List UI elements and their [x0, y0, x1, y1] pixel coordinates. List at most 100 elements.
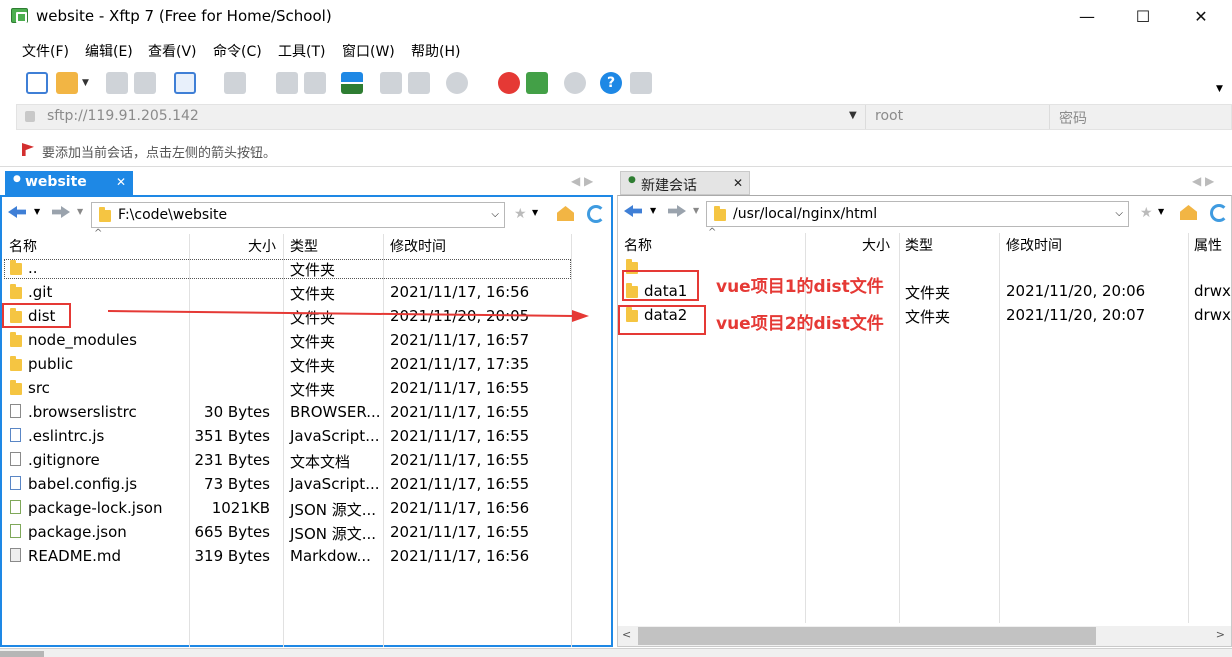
transfer-icon[interactable] [224, 72, 246, 94]
file-row[interactable]: data1文件夹2021/11/20, 20:06drwxr [618, 279, 1232, 303]
file-row[interactable]: src 文件夹 2021/11/17, 16:55 [2, 376, 602, 400]
forward-dropdown-icon[interactable]: ▼ [693, 206, 699, 215]
back-arrow-icon[interactable] [624, 205, 642, 217]
file-name: .eslintrc.js [28, 427, 105, 445]
toolbar-overflow-icon[interactable]: ▼ [1216, 84, 1226, 94]
file-type: 文件夹 [290, 381, 336, 399]
remote-path-input[interactable]: /usr/local/nginx/html ⌵ [706, 201, 1129, 227]
col-modified[interactable]: 修改时间 [390, 236, 446, 256]
file-row[interactable]: .browserslistrc 30 Bytes BROWSER... 2021/11… [2, 400, 602, 424]
file-row[interactable]: .gitignore 231 Bytes 文本文档 2021/11/17, 16:55 [2, 448, 602, 472]
xftp-icon[interactable] [526, 72, 548, 94]
host-input[interactable]: sftp://119.91.205.142 [47, 108, 199, 124]
disconnect-icon[interactable] [134, 72, 156, 94]
col-name[interactable]: 名称 [624, 235, 652, 255]
file-row[interactable] [618, 255, 1218, 279]
file-name: public [28, 355, 74, 373]
file-row[interactable]: .git 文件夹 2021/11/17, 16:56 [2, 280, 602, 304]
upload-icon[interactable] [276, 72, 298, 94]
refresh-icon[interactable] [1210, 204, 1228, 222]
minimize-button[interactable]: — [1058, 0, 1116, 33]
forward-arrow-icon[interactable] [52, 206, 70, 218]
menu-command[interactable]: 命令(C) [213, 41, 262, 61]
file-row[interactable]: dist 文件夹 2021/11/20, 20:05 [2, 304, 602, 328]
scrollbar-thumb[interactable] [638, 627, 1096, 645]
password-input[interactable]: 密码 [1059, 108, 1087, 128]
home-icon[interactable] [1180, 205, 1197, 220]
scroll-right-icon[interactable]: > [1216, 628, 1225, 641]
file-row[interactable]: node_modules 文件夹 2021/11/17, 16:57 [2, 328, 602, 352]
bookmark-dropdown-icon[interactable]: ▼ [532, 208, 538, 217]
back-dropdown-icon[interactable]: ▼ [650, 206, 656, 215]
col-size[interactable]: 大小 [862, 235, 890, 255]
tab-website[interactable]: ● website ✕ [5, 171, 133, 195]
username-input[interactable]: root [875, 108, 903, 124]
menu-edit[interactable]: 编辑(E) [85, 41, 133, 61]
file-row[interactable]: .eslintrc.js 351 Bytes JavaScript... 2021/1… [2, 424, 602, 448]
menu-bar: 文件(F) 编辑(E) 查看(V) 命令(C) 工具(T) 窗口(W) 帮助(H… [0, 37, 1232, 63]
star-icon[interactable]: ★ [1140, 205, 1153, 221]
local-path-input[interactable]: F:\code\website ⌵ [91, 202, 505, 228]
open-folder-icon[interactable] [56, 72, 78, 94]
properties-icon[interactable] [174, 72, 196, 94]
file-row[interactable]: data2文件夹2021/11/20, 20:07drwxr [618, 303, 1232, 327]
sync-icon[interactable] [341, 72, 363, 94]
file-row[interactable]: public 文件夹 2021/11/17, 17:35 [2, 352, 602, 376]
open-dropdown-icon[interactable]: ▼ [82, 78, 90, 88]
col-size[interactable]: 大小 [248, 236, 276, 256]
gear-icon[interactable] [564, 72, 586, 94]
session-hint: 要添加当前会话，点击左侧的箭头按钮。 [42, 146, 277, 161]
maximize-button[interactable]: ☐ [1114, 0, 1172, 33]
tab-close-icon[interactable]: ✕ [116, 175, 126, 189]
xshell-icon[interactable] [498, 72, 520, 94]
file-row[interactable]: README.md 319 Bytes Markdow... 2021/11/17, … [2, 544, 602, 568]
tab-scroll-icon[interactable]: ◀ ▶ [1192, 174, 1214, 188]
col-type[interactable]: 类型 [905, 235, 933, 255]
file-row[interactable]: package-lock.json 1021KB JSON 源文... 2021/11… [2, 496, 602, 520]
download-icon[interactable] [304, 72, 326, 94]
copy-icon[interactable] [380, 72, 402, 94]
menu-window[interactable]: 窗口(W) [342, 41, 395, 61]
forward-arrow-icon[interactable] [668, 205, 686, 217]
back-arrow-icon[interactable] [8, 206, 26, 218]
col-attributes[interactable]: 属性 [1194, 235, 1222, 255]
lock-icon [25, 111, 35, 122]
text-file-icon [10, 452, 21, 466]
connect-icon[interactable] [106, 72, 128, 94]
status-segment [0, 651, 44, 657]
flag-icon[interactable] [22, 143, 34, 156]
host-dropdown-icon[interactable]: ▼ [849, 110, 857, 121]
paste-icon[interactable] [408, 72, 430, 94]
tab-close-icon[interactable]: ✕ [733, 176, 743, 190]
home-icon[interactable] [557, 206, 574, 221]
globe-icon[interactable] [446, 72, 468, 94]
file-name: src [28, 379, 50, 397]
path-dropdown-icon[interactable]: ⌵ [491, 209, 499, 220]
file-row[interactable]: babel.config.js 73 Bytes JavaScript... 2021… [2, 472, 602, 496]
new-session-icon[interactable] [26, 72, 48, 94]
chat-icon[interactable] [630, 72, 652, 94]
refresh-icon[interactable] [587, 205, 605, 223]
menu-help[interactable]: 帮助(H) [411, 41, 460, 61]
file-name: .gitignore [28, 451, 100, 469]
menu-view[interactable]: 查看(V) [148, 41, 197, 61]
tab-new-session[interactable]: ● 新建会话 ✕ [620, 171, 750, 195]
back-dropdown-icon[interactable]: ▼ [34, 207, 40, 216]
forward-dropdown-icon[interactable]: ▼ [77, 207, 83, 216]
help-icon[interactable]: ? [600, 72, 622, 94]
bookmark-dropdown-icon[interactable]: ▼ [1158, 207, 1164, 216]
star-icon[interactable]: ★ [514, 206, 527, 222]
folder-icon [714, 206, 726, 221]
col-name[interactable]: 名称 [9, 236, 37, 256]
close-button[interactable]: ✕ [1172, 0, 1230, 33]
scroll-left-icon[interactable]: < [622, 628, 631, 641]
menu-file[interactable]: 文件(F) [22, 41, 69, 61]
markdown-file-icon [10, 548, 21, 562]
col-modified[interactable]: 修改时间 [1006, 235, 1062, 255]
menu-tools[interactable]: 工具(T) [278, 41, 325, 61]
path-dropdown-icon[interactable]: ⌵ [1115, 208, 1123, 219]
col-type[interactable]: 类型 [290, 236, 318, 256]
file-name: .git [28, 283, 53, 301]
file-row[interactable]: package.json 665 Bytes JSON 源文... 2021/11/1… [2, 520, 602, 544]
tab-scroll-icon[interactable]: ◀ ▶ [571, 174, 593, 188]
